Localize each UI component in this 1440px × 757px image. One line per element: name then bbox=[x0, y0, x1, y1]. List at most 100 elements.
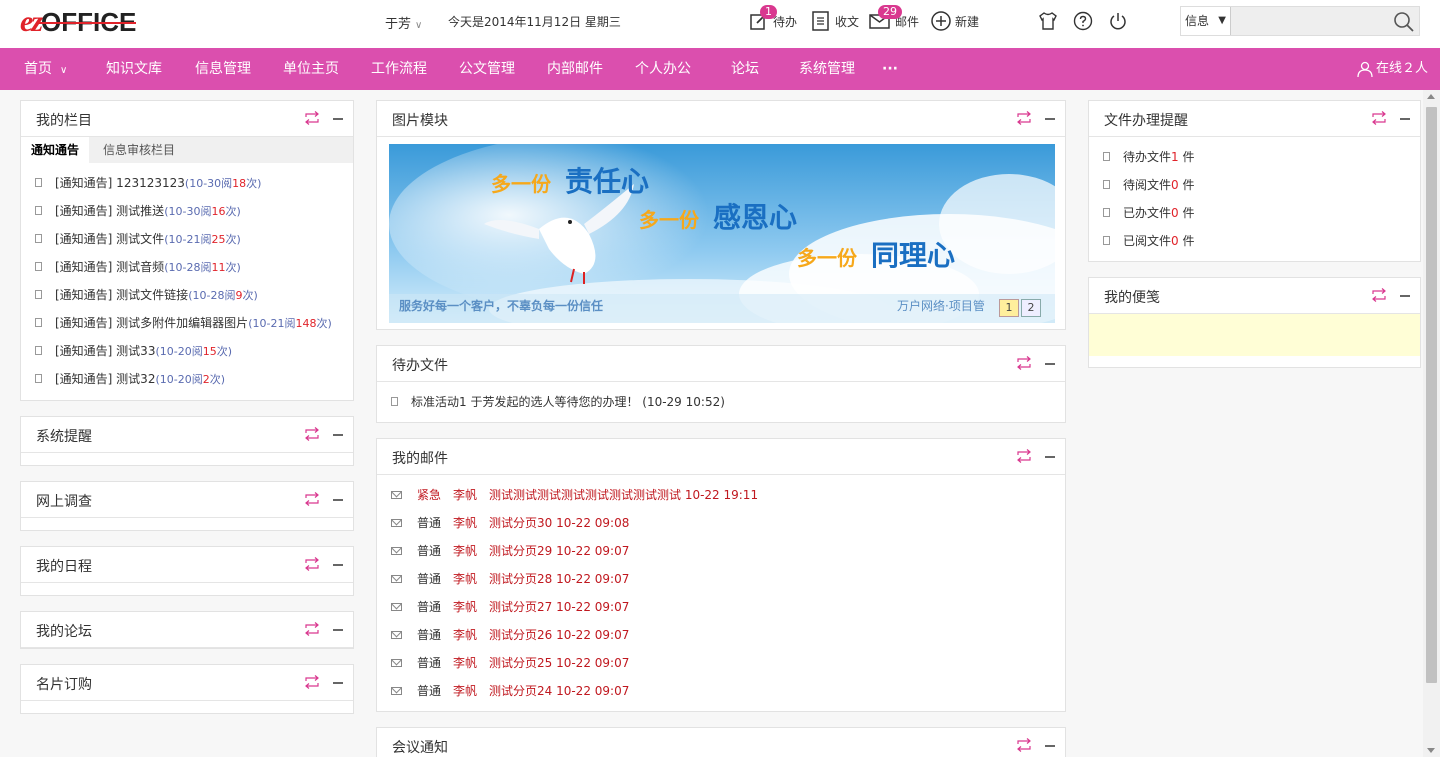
minimize-icon[interactable] bbox=[333, 434, 343, 436]
document-icon bbox=[391, 397, 398, 406]
list-item[interactable]: 待办文件1 件 bbox=[1103, 143, 1420, 171]
scroll-up-arrow-icon[interactable] bbox=[1427, 94, 1435, 99]
minimize-icon[interactable] bbox=[333, 499, 343, 501]
mail-row[interactable]: 普通 李帆 测试分页24 10-22 09:07 bbox=[377, 677, 1065, 705]
refresh-icon[interactable] bbox=[1015, 356, 1033, 370]
online-users[interactable]: 在线２人 bbox=[1356, 48, 1428, 90]
receive-doc-button[interactable]: 收文 bbox=[810, 9, 859, 33]
refresh-icon[interactable] bbox=[1370, 111, 1388, 125]
nav-item-mail[interactable]: 内部邮件 bbox=[547, 48, 603, 90]
panel-schedule: 我的日程 bbox=[20, 546, 354, 596]
nav-item-system[interactable]: 系统管理 bbox=[799, 48, 855, 90]
panel-title: 会议通知 bbox=[392, 740, 448, 756]
mail-button[interactable]: 29 邮件 bbox=[868, 5, 919, 33]
tshirt-icon[interactable] bbox=[1037, 10, 1059, 32]
refresh-icon[interactable] bbox=[303, 622, 321, 636]
nav-more-button[interactable]: ··· bbox=[882, 48, 898, 90]
mail-row[interactable]: 普通 李帆 测试分页26 10-22 09:07 bbox=[377, 621, 1065, 649]
mail-row[interactable]: 紧急 李帆 测试测试测试测试测试测试测试测试 10-22 19:11 bbox=[377, 481, 1065, 509]
mail-subject: 测试分页27 10-22 09:07 bbox=[489, 600, 630, 614]
item-meta-pre: (10-20阅 bbox=[155, 373, 203, 386]
pager-page-2[interactable]: 2 bbox=[1021, 299, 1041, 317]
minimize-icon[interactable] bbox=[333, 564, 343, 566]
logo[interactable]: ez OFFICE bbox=[20, 5, 137, 38]
list-item[interactable]: [通知通告] 123123123(10-30阅18次) bbox=[35, 169, 353, 197]
panel-header: 名片订购 bbox=[21, 665, 353, 701]
panel-title: 系统提醒 bbox=[36, 429, 92, 445]
reminder-label: 待阅文件 bbox=[1123, 178, 1172, 192]
nav-item-workflow[interactable]: 工作流程 bbox=[371, 48, 427, 90]
nav-item-knowledge[interactable]: 知识文库 bbox=[106, 48, 162, 90]
refresh-icon[interactable] bbox=[303, 111, 321, 125]
scroll-down-arrow-icon[interactable] bbox=[1427, 748, 1435, 753]
minimize-icon[interactable] bbox=[333, 682, 343, 684]
item-count: 25 bbox=[211, 233, 226, 246]
receive-doc-label: 收文 bbox=[835, 14, 860, 29]
list-item[interactable]: [通知通告] 测试音频(10-28阅11次) bbox=[35, 253, 353, 281]
minimize-icon[interactable] bbox=[333, 629, 343, 631]
list-item[interactable]: [通知通告] 测试多附件加编辑器图片(10-21阅148次) bbox=[35, 309, 353, 337]
list-item[interactable]: [通知通告] 测试文件(10-21阅25次) bbox=[35, 225, 353, 253]
todo-button[interactable]: 1 待办 bbox=[748, 5, 797, 33]
minimize-icon[interactable] bbox=[1045, 456, 1055, 458]
nav-item-home[interactable]: 首页 ∨ bbox=[24, 48, 67, 90]
minimize-icon[interactable] bbox=[1045, 118, 1055, 120]
panel-tools bbox=[303, 622, 343, 636]
panel-header: 文件办理提醒 bbox=[1089, 101, 1420, 137]
mail-row[interactable]: 普通 李帆 测试分页29 10-22 09:07 bbox=[377, 537, 1065, 565]
panel-tools bbox=[303, 427, 343, 441]
minimize-icon[interactable] bbox=[333, 118, 343, 120]
search-scope-value: 信息 bbox=[1185, 14, 1210, 28]
pager-page-1[interactable]: 1 bbox=[999, 299, 1019, 317]
item-title: [通知通告] 测试推送 bbox=[55, 204, 165, 218]
notes-area[interactable] bbox=[1089, 314, 1420, 356]
list-item[interactable]: 标准活动1 于芳发起的选人等待您的办理！ (10-29 10:52) bbox=[391, 388, 1065, 416]
scroll-thumb[interactable] bbox=[1426, 107, 1437, 683]
refresh-icon[interactable] bbox=[1015, 111, 1033, 125]
minimize-icon[interactable] bbox=[1400, 295, 1410, 297]
list-item[interactable]: 待阅文件0 件 bbox=[1103, 171, 1420, 199]
panel-header: 我的论坛 bbox=[21, 612, 353, 648]
banner-slide[interactable]: 多一份 责任心 多一份 感恩心 多一份 同理心 服务好每一个客户，不辜负每一份信… bbox=[389, 144, 1055, 323]
document-icon bbox=[1103, 236, 1110, 245]
list-item[interactable]: 已办文件0 件 bbox=[1103, 199, 1420, 227]
refresh-icon[interactable] bbox=[303, 675, 321, 689]
new-button[interactable]: 新建 bbox=[930, 9, 979, 33]
panel-title: 我的论坛 bbox=[36, 624, 92, 640]
minimize-icon[interactable] bbox=[1045, 745, 1055, 747]
panel-tools bbox=[303, 111, 343, 125]
nav-item-docs[interactable]: 公文管理 bbox=[459, 48, 515, 90]
power-icon[interactable] bbox=[1107, 10, 1129, 32]
refresh-icon[interactable] bbox=[1370, 288, 1388, 302]
search-icon[interactable] bbox=[1393, 11, 1415, 33]
nav-item-forum[interactable]: 论坛 bbox=[731, 48, 759, 90]
list-item[interactable]: [通知通告] 测试33(10-20阅15次) bbox=[35, 337, 353, 365]
list-item[interactable]: 已阅文件0 件 bbox=[1103, 227, 1420, 255]
mail-row[interactable]: 普通 李帆 测试分页27 10-22 09:07 bbox=[377, 593, 1065, 621]
minimize-icon[interactable] bbox=[1045, 363, 1055, 365]
refresh-icon[interactable] bbox=[303, 557, 321, 571]
page-scrollbar[interactable] bbox=[1423, 90, 1440, 757]
mail-row[interactable]: 普通 李帆 测试分页28 10-22 09:07 bbox=[377, 565, 1065, 593]
banner-footer: 服务好每一个客户，不辜负每一份信任 bbox=[399, 298, 603, 313]
list-item[interactable]: [通知通告] 测试推送(10-30阅16次) bbox=[35, 197, 353, 225]
refresh-icon[interactable] bbox=[1015, 738, 1033, 752]
refresh-icon[interactable] bbox=[303, 492, 321, 506]
search-scope-select[interactable]: 信息 ▼ bbox=[1181, 7, 1231, 35]
tab-notice[interactable]: 通知通告 bbox=[21, 137, 90, 163]
nav-item-info[interactable]: 信息管理 bbox=[195, 48, 251, 90]
tab-review[interactable]: 信息审核栏目 bbox=[93, 137, 185, 163]
refresh-icon[interactable] bbox=[303, 427, 321, 441]
user-menu[interactable]: 于芳 ∨ bbox=[385, 13, 422, 32]
mail-row[interactable]: 普通 李帆 测试分页30 10-22 09:08 bbox=[377, 509, 1065, 537]
minimize-icon[interactable] bbox=[1400, 118, 1410, 120]
list-item[interactable]: [通知通告] 测试32(10-20阅2次) bbox=[35, 365, 353, 393]
mail-level: 普通 bbox=[417, 516, 442, 530]
mail-row[interactable]: 普通 李帆 测试分页25 10-22 09:07 bbox=[377, 649, 1065, 677]
todo-list: 标准活动1 于芳发起的选人等待您的办理！ (10-29 10:52) bbox=[377, 382, 1065, 416]
help-icon[interactable] bbox=[1072, 10, 1094, 32]
refresh-icon[interactable] bbox=[1015, 449, 1033, 463]
nav-item-personal[interactable]: 个人办公 bbox=[635, 48, 691, 90]
list-item[interactable]: [通知通告] 测试文件链接(10-28阅9次) bbox=[35, 281, 353, 309]
nav-item-unit[interactable]: 单位主页 bbox=[283, 48, 339, 90]
